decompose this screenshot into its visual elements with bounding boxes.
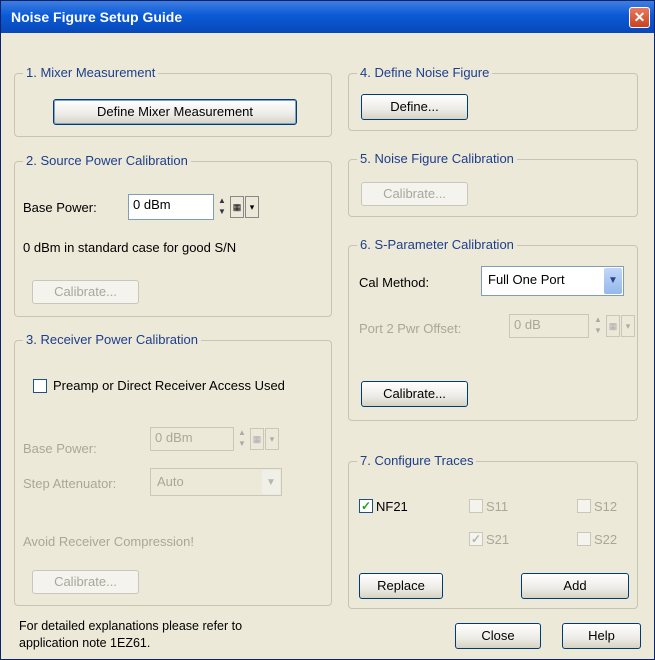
source-hint-text: 0 dBm in standard case for good S/N [23,240,237,255]
menu-arrow-icon[interactable]: ▾ [621,315,635,337]
trace-s12-label: S12 [594,499,618,514]
source-base-power-input[interactable]: 0 dBm [128,194,214,220]
port2-offset-spinner[interactable]: ▲ ▼ [592,314,604,338]
trace-nf21-checkbox[interactable]: ✓ [359,499,373,513]
help-button[interactable]: Help [562,623,641,649]
sparam-calibrate-button[interactable]: Calibrate... [361,381,468,407]
trace-s21-label: S21 [486,532,510,547]
trace-s22-checkbox[interactable] [577,532,591,546]
step-attenuator-select[interactable]: Auto ▼ [150,468,282,496]
source-calibrate-button[interactable]: Calibrate... [32,280,139,304]
define-noise-figure-legend: 4. Define Noise Figure [357,65,493,80]
port2-offset-label: Port 2 Pwr Offset: [359,321,462,336]
receiver-base-power-input[interactable]: 0 dBm [150,427,234,451]
footer-note-line2: application note 1EZ61. [19,636,151,650]
preamp-label: Preamp or Direct Receiver Access Used [53,378,285,393]
preamp-checkbox[interactable] [33,379,47,393]
source-base-power-spinner[interactable]: ▲ ▼ [216,195,228,219]
menu-arrow-icon[interactable]: ▾ [265,428,279,450]
port2-offset-input[interactable]: 0 dB [509,314,589,338]
spin-down-icon[interactable]: ▼ [236,438,248,449]
dropdown-arrow-icon[interactable]: ▼ [262,470,280,494]
close-window-icon[interactable]: ✕ [629,7,650,28]
spin-down-icon[interactable]: ▼ [592,325,604,336]
trace-s22-label: S22 [594,532,618,547]
mixer-measurement-legend: 1. Mixer Measurement [23,65,159,80]
cal-method-value: Full One Port [488,272,565,287]
mixer-measurement-group: 1. Mixer Measurement Define Mixer Measur… [14,65,332,137]
footer-note-line1: For detailed explanations please refer t… [19,619,243,633]
spin-down-icon[interactable]: ▼ [216,206,228,217]
keypad-icon[interactable]: ▦ [606,315,620,337]
receiver-calibrate-button[interactable]: Calibrate... [32,570,139,594]
close-button[interactable]: Close [455,623,541,649]
trace-s12-checkbox[interactable] [577,499,591,513]
source-base-power-label: Base Power: [23,200,97,215]
source-power-legend: 2. Source Power Calibration [23,153,191,168]
receiver-base-power-label: Base Power: [23,441,97,456]
configure-traces-legend: 7. Configure Traces [357,453,477,468]
add-trace-button[interactable]: Add [521,573,629,599]
trace-s11-label: S11 [486,499,509,514]
keypad-icon[interactable]: ▦ [250,428,264,450]
noise-figure-calibration-legend: 5. Noise Figure Calibration [357,151,517,166]
define-noise-figure-button[interactable]: Define... [361,94,468,120]
define-mixer-measurement-button[interactable]: Define Mixer Measurement [53,99,297,125]
title-bar: Noise Figure Setup Guide ✕ [1,1,654,33]
receiver-power-calibration-group: 3. Receiver Power Calibration Preamp or … [14,332,332,606]
receiver-base-power-spinner[interactable]: ▲ ▼ [236,427,248,451]
trace-s21-checkbox[interactable]: ✓ [469,532,483,546]
s-parameter-calibration-group: 6. S-Parameter Calibration Cal Method: F… [348,237,638,421]
cal-method-select[interactable]: Full One Port ▼ [481,266,624,296]
step-attenuator-label: Step Attenuator: [23,476,117,491]
spin-up-icon[interactable]: ▲ [592,314,604,325]
noise-figure-setup-dialog: Noise Figure Setup Guide ✕ 1. Mixer Meas… [0,0,655,660]
configure-traces-group: 7. Configure Traces ✓ NF21 S11 S12 ✓ S21… [348,453,638,609]
receiver-power-legend: 3. Receiver Power Calibration [23,332,201,347]
menu-arrow-icon[interactable]: ▾ [245,196,259,218]
trace-nf21-label: NF21 [376,499,408,514]
nf-calibrate-button[interactable]: Calibrate... [361,182,468,206]
cal-method-label: Cal Method: [359,275,430,290]
define-noise-figure-group: 4. Define Noise Figure Define... [348,65,638,131]
spin-up-icon[interactable]: ▲ [236,427,248,438]
keypad-icon[interactable]: ▦ [230,196,244,218]
spin-up-icon[interactable]: ▲ [216,195,228,206]
noise-figure-calibration-group: 5. Noise Figure Calibration Calibrate... [348,151,638,217]
avoid-compression-text: Avoid Receiver Compression! [23,534,194,549]
s-parameter-legend: 6. S-Parameter Calibration [357,237,517,252]
source-power-calibration-group: 2. Source Power Calibration Base Power: … [14,153,332,317]
dropdown-arrow-icon[interactable]: ▼ [604,268,622,294]
window-title: Noise Figure Setup Guide [11,9,183,25]
step-attenuator-value: Auto [157,474,184,489]
replace-trace-button[interactable]: Replace [359,573,443,599]
trace-s11-checkbox[interactable] [469,499,483,513]
